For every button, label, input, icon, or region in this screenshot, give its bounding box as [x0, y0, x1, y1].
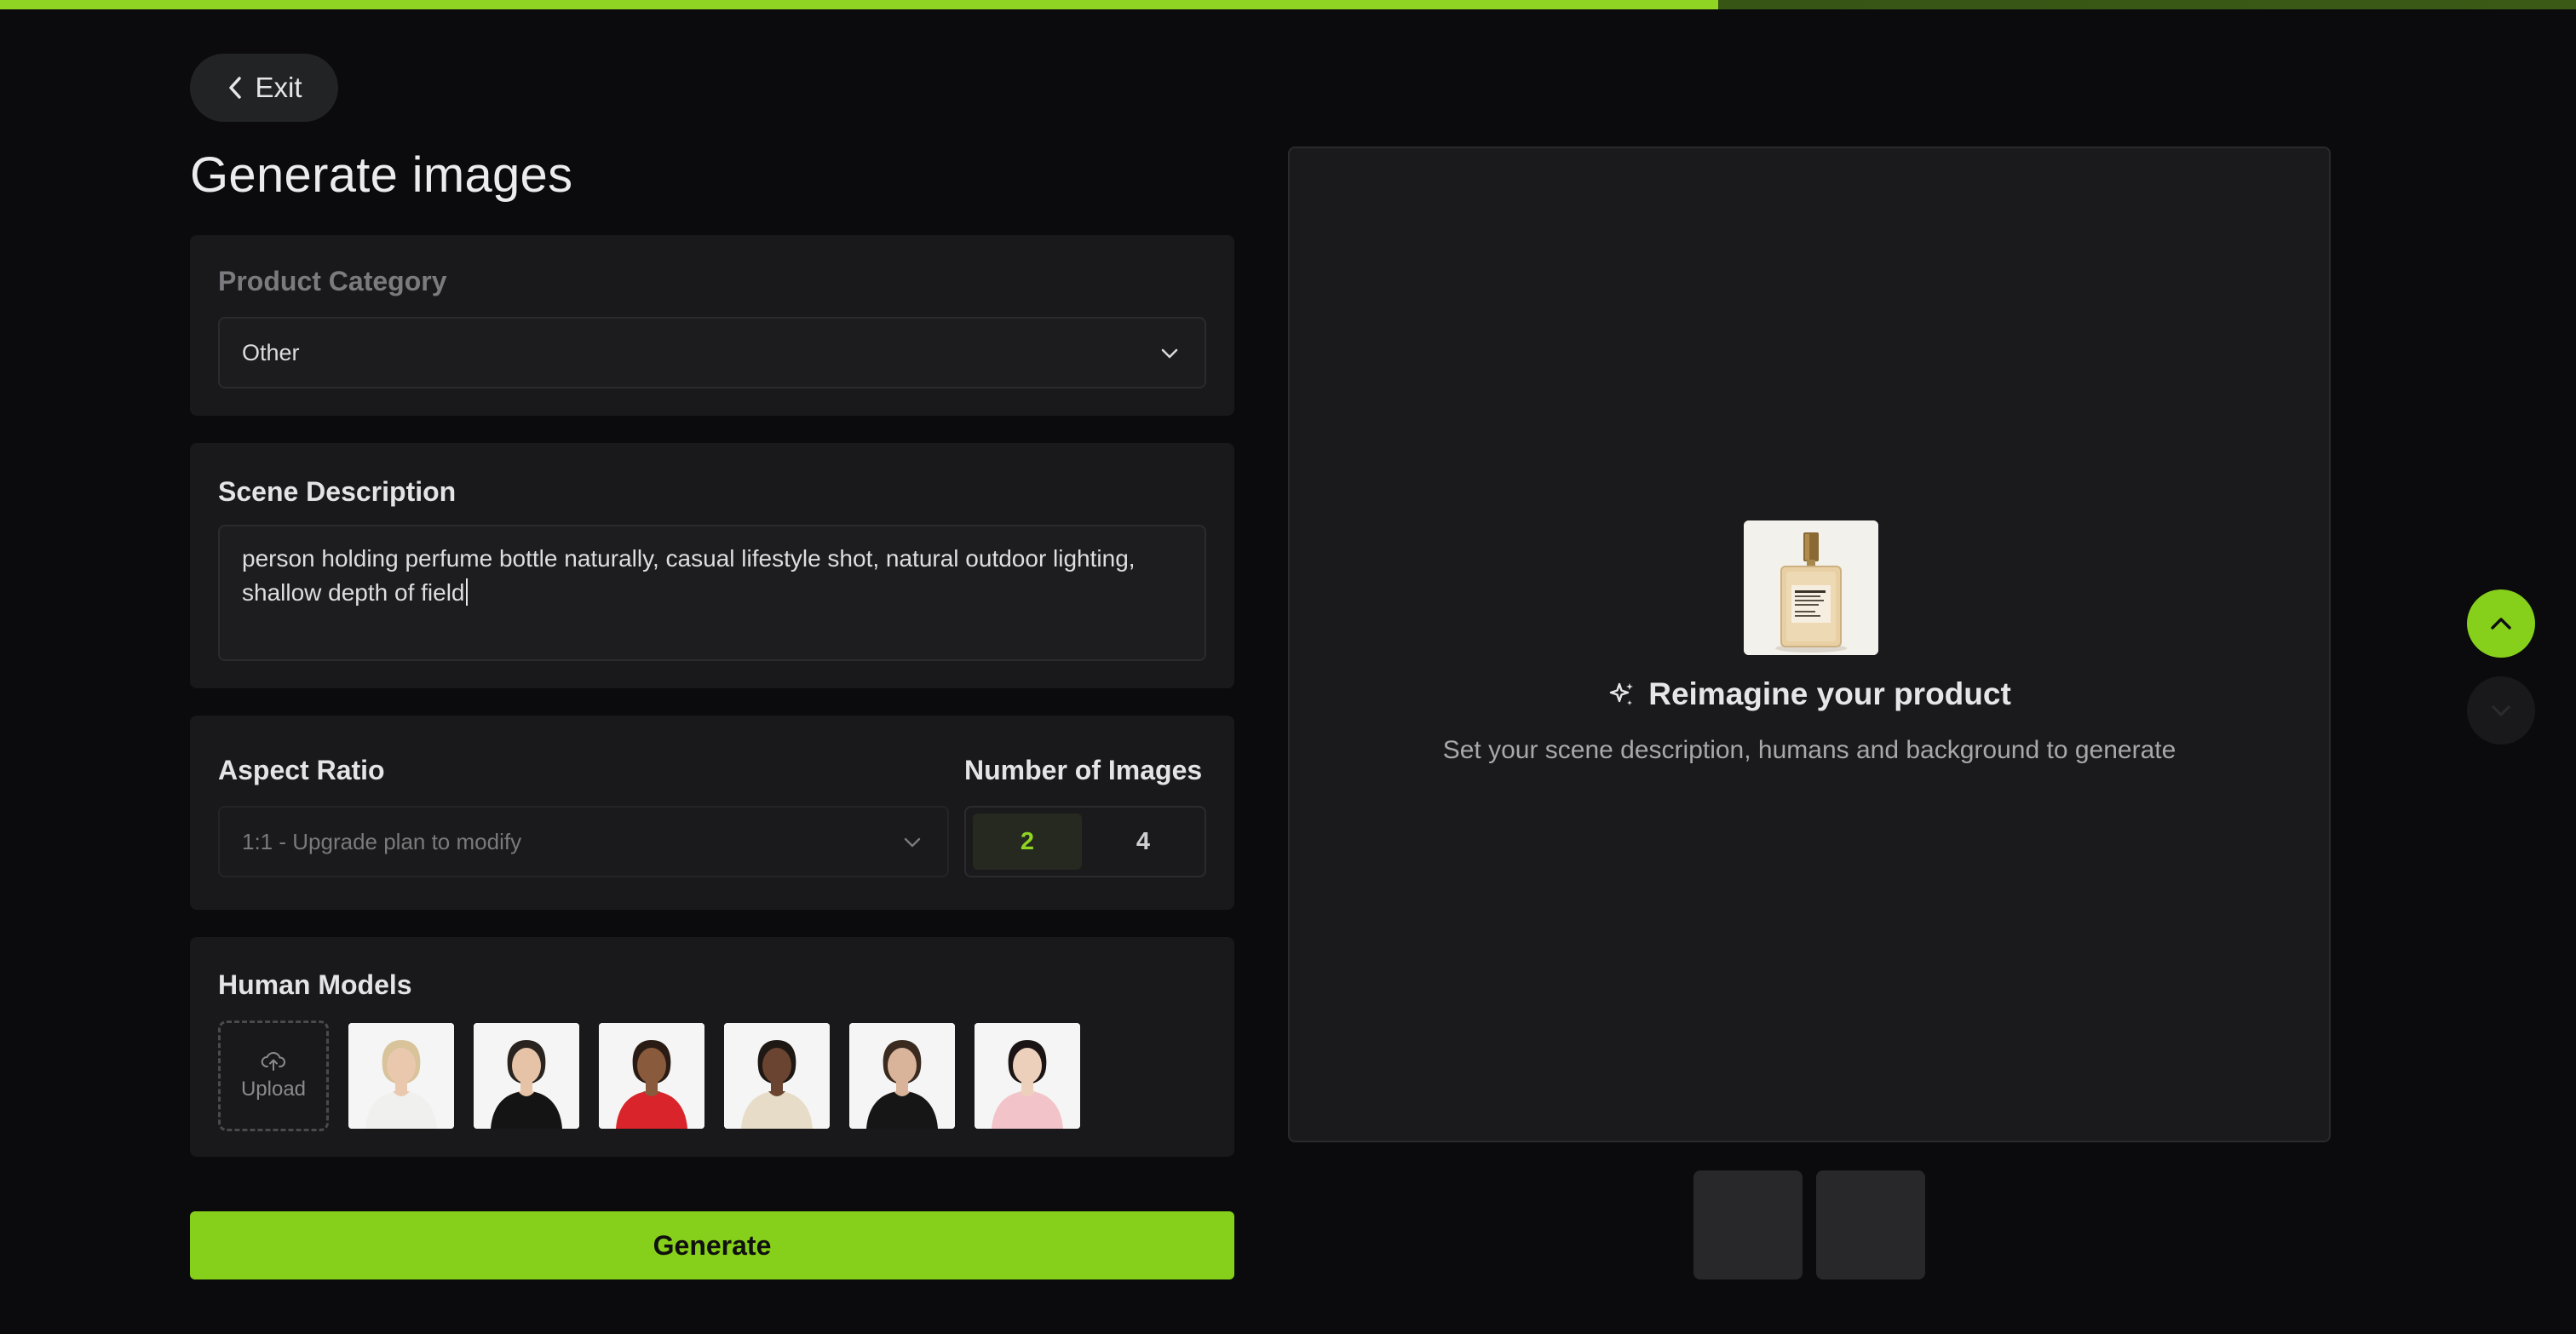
number-of-images-label: Number of Images [964, 755, 1203, 785]
number-option-4[interactable]: 4 [1089, 814, 1198, 870]
aspect-ratio-label: Aspect Ratio [218, 755, 385, 785]
chevron-down-icon [904, 837, 921, 848]
person-image [975, 1023, 1080, 1129]
aspect-ratio-card: Aspect Ratio Number of Images 1:1 - Upgr… [190, 716, 1234, 910]
human-models-row: Upload [218, 1021, 1080, 1131]
scene-description-card: Scene Description person holding perfume… [190, 443, 1234, 688]
perfume-bottle-image [1744, 520, 1878, 655]
human-model-5[interactable] [849, 1023, 955, 1129]
cloud-upload-icon [261, 1052, 285, 1071]
scene-description-text: person holding perfume bottle naturally,… [242, 545, 1136, 606]
upload-model-button[interactable]: Upload [218, 1021, 329, 1131]
upload-label: Upload [240, 1078, 307, 1101]
number-option-2[interactable]: 2 [973, 814, 1082, 870]
scene-description-input[interactable]: person holding perfume bottle naturally,… [218, 525, 1206, 661]
scroll-down-button[interactable] [2467, 676, 2535, 745]
reimagine-title: Reimagine your product [1648, 676, 2011, 711]
person-image [849, 1023, 955, 1129]
exit-button[interactable]: Exit [190, 54, 338, 122]
sparkle-icon [1610, 682, 1634, 705]
aspect-ratio-select: 1:1 - Upgrade plan to modify [218, 806, 949, 877]
human-model-6[interactable] [975, 1023, 1080, 1129]
reimagine-subtitle: Set your scene description, humans and b… [1442, 736, 2176, 764]
chevron-down-icon [2492, 705, 2510, 716]
chevron-down-icon [1161, 348, 1178, 359]
aspect-ratio-value: 1:1 - Upgrade plan to modify [242, 828, 522, 854]
product-category-card: Product Category Other [190, 235, 1234, 416]
number-of-images-toggle: 2 4 [964, 806, 1206, 877]
reimagine-heading: Reimagine your product [1290, 676, 2329, 712]
person-image [724, 1023, 830, 1129]
product-category-value: Other [242, 339, 300, 365]
chevron-up-icon [2491, 618, 2511, 630]
person-image [474, 1023, 579, 1129]
generate-button[interactable]: Generate [190, 1211, 1234, 1279]
chevron-left-icon [229, 77, 242, 99]
product-image [1744, 520, 1878, 655]
scroll-up-button[interactable] [2467, 589, 2535, 658]
scene-description-label: Scene Description [218, 476, 457, 507]
person-image [599, 1023, 704, 1129]
progress-fill [0, 0, 1718, 9]
progress-track [0, 0, 2576, 9]
text-caret [465, 578, 468, 606]
preview-panel: Reimagine your product Set your scene de… [1288, 147, 2331, 1142]
product-category-label: Product Category [218, 266, 447, 296]
product-category-select[interactable]: Other [218, 317, 1206, 388]
person-image [348, 1023, 454, 1129]
result-thumbnail-1[interactable] [1693, 1170, 1803, 1279]
human-models-card: Human Models Upload [190, 937, 1234, 1157]
human-model-1[interactable] [348, 1023, 454, 1129]
human-models-label: Human Models [218, 969, 412, 1000]
human-model-2[interactable] [474, 1023, 579, 1129]
page-title: Generate images [190, 147, 573, 203]
human-model-4[interactable] [724, 1023, 830, 1129]
result-thumbnail-2[interactable] [1816, 1170, 1925, 1279]
exit-label: Exit [255, 72, 302, 103]
human-model-3[interactable] [599, 1023, 704, 1129]
